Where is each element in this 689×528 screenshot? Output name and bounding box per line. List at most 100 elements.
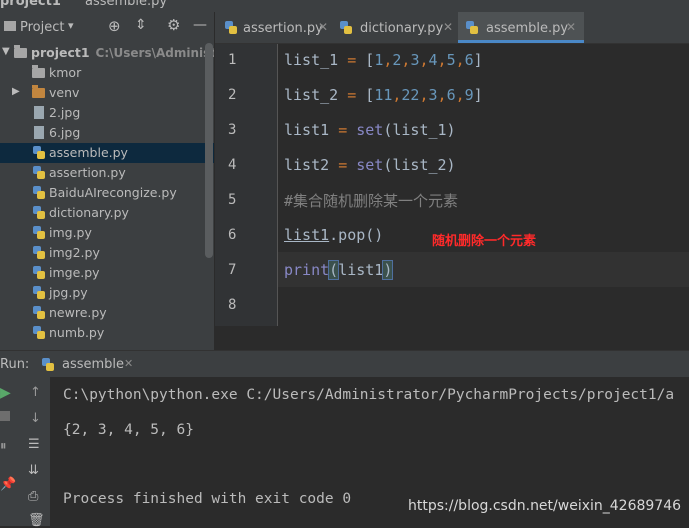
code-line-5: #集合随机删除某一个元素: [284, 190, 458, 211]
tree-item-path: C:\Users\Administrato: [95, 46, 214, 60]
code-op: =: [338, 156, 348, 174]
line-number: 8: [228, 297, 237, 313]
code-arg: (list_1): [383, 121, 456, 139]
tree-item-newre-py[interactable]: newre.py: [0, 303, 214, 323]
chevron-right-icon[interactable]: ▶: [12, 86, 20, 97]
tab-dictionary[interactable]: dictionary.py ✕: [332, 12, 456, 43]
wrap-icon[interactable]: ☰: [28, 437, 40, 452]
run-icon[interactable]: ▶: [0, 385, 11, 401]
line-number: 7: [228, 262, 237, 278]
tree-item-label: assertion.py: [49, 165, 126, 180]
python-file-icon: [225, 21, 237, 34]
tab-label: assertion.py: [243, 21, 323, 36]
tree-item-assertion-py[interactable]: assertion.py: [0, 163, 214, 183]
locate-icon[interactable]: ⊕: [108, 17, 121, 35]
gear-icon[interactable]: ⚙: [167, 16, 180, 34]
code-line-7: print(list1): [284, 260, 394, 280]
tree-item-jpg-py[interactable]: jpg.py: [0, 283, 214, 303]
tree-item-label: venv: [49, 85, 80, 100]
tree-item-label: img2.py: [49, 245, 100, 260]
code-builtin: set: [356, 156, 384, 174]
line-number: 5: [228, 192, 237, 208]
code-number: 3: [428, 86, 438, 104]
chevron-down-icon[interactable]: ▼: [2, 46, 10, 57]
tree-item-imge-py[interactable]: imge.py: [0, 263, 214, 283]
line-number: 6: [228, 227, 237, 243]
python-file-icon: [33, 166, 45, 179]
tree-item-assemble-py[interactable]: assemble.py: [0, 143, 214, 163]
tree-item-2-jpg[interactable]: 2.jpg: [0, 103, 214, 123]
python-file-icon: [33, 206, 45, 219]
tree-item-img-py[interactable]: img.py: [0, 223, 214, 243]
tree-item-label: newre.py: [49, 305, 107, 320]
watermark: https://blog.csdn.net/weixin_42689746: [408, 498, 682, 514]
code-bracket: ]: [473, 86, 483, 104]
pause-icon[interactable]: ⏸: [0, 439, 7, 454]
image-file-icon: [34, 126, 44, 139]
collapse-icon[interactable]: ⇕: [135, 17, 147, 33]
title-file: assemble.py: [85, 0, 168, 9]
tree-item-label: BaiduAIrecongize.py: [49, 185, 177, 200]
title-bar: project1 assemble.py: [0, 0, 689, 12]
project-panel-header: Project ▾ ⊕ ⇕ ⚙ —: [0, 12, 214, 44]
code-op: =: [347, 51, 357, 69]
tree-item-numb-py[interactable]: numb.py: [0, 323, 214, 343]
python-file-icon: [33, 246, 45, 259]
code-bracket: [: [365, 86, 375, 104]
close-icon[interactable]: ✕: [443, 20, 453, 34]
print-icon[interactable]: ⎙: [28, 489, 38, 504]
tree-item-label: project1: [31, 45, 90, 60]
code-number: 4: [428, 51, 438, 69]
tree-item-label: dictionary.py: [49, 205, 129, 220]
folder-icon: [14, 45, 27, 58]
python-file-icon: [33, 226, 45, 239]
code-number: 6: [446, 86, 456, 104]
tree-item-dictionary-py[interactable]: dictionary.py: [0, 203, 214, 223]
code-var: list_1: [284, 51, 339, 69]
tab-label: dictionary.py: [360, 21, 444, 36]
line-number: 2: [228, 87, 237, 103]
editor-tab-bar: assertion.py ✕ dictionary.py ✕ assemble.…: [215, 12, 689, 44]
close-icon[interactable]: ✕: [124, 357, 133, 370]
tree-item-baiduairecongize-py[interactable]: BaiduAIrecongize.py: [0, 183, 214, 203]
project-view-label[interactable]: Project: [20, 20, 64, 35]
code-var: list1: [284, 121, 330, 139]
code-number: 22: [401, 86, 420, 104]
tree-item-label: imge.py: [49, 265, 100, 280]
run-panel-header: Run: assemble ✕: [0, 350, 689, 378]
tree-scrollbar[interactable]: [205, 43, 213, 258]
code-var: list_2: [284, 86, 339, 104]
close-icon[interactable]: ✕: [566, 20, 576, 34]
python-file-icon: [33, 286, 45, 299]
console-line: C:\python\python.exe C:/Users/Administra…: [63, 387, 675, 403]
code-line-2: list_2 = [11,22,3,6,9]: [284, 86, 483, 104]
tree-item-img2-py[interactable]: img2.py: [0, 243, 214, 263]
code-bracket-highlight: (: [328, 260, 340, 280]
code-var: list2: [284, 156, 330, 174]
run-config-tab[interactable]: assemble: [62, 357, 124, 372]
close-icon[interactable]: ✕: [318, 20, 328, 34]
console-line: {2, 3, 4, 5, 6}: [63, 422, 194, 438]
tree-item-6-jpg[interactable]: 6.jpg: [0, 123, 214, 143]
stop-icon[interactable]: [0, 411, 10, 421]
pin-icon[interactable]: 📌: [0, 477, 16, 492]
python-file-icon: [33, 146, 45, 159]
code-call: .pop(): [329, 226, 384, 244]
chevron-down-icon[interactable]: ▾: [68, 19, 74, 32]
code-number: 1: [374, 51, 384, 69]
tree-item-label: kmor: [49, 65, 82, 80]
tab-assemble[interactable]: assemble.py ✕: [458, 12, 584, 43]
python-file-icon: [466, 21, 478, 34]
arrow-down-icon[interactable]: ↓: [30, 411, 41, 426]
tree-item-kmor[interactable]: kmor: [0, 63, 214, 83]
tab-assertion[interactable]: assertion.py ✕: [215, 12, 331, 43]
scroll-to-end-icon[interactable]: ⇊: [28, 463, 39, 478]
tree-item-venv[interactable]: ▶ venv: [0, 83, 214, 103]
line-number: 3: [228, 122, 237, 138]
hide-icon[interactable]: —: [193, 17, 207, 33]
arrow-up-icon[interactable]: ↑: [30, 385, 41, 400]
tree-item-label: jpg.py: [49, 285, 88, 300]
folder-icon: [32, 65, 45, 78]
tree-item-project1[interactable]: ▼ project1 C:\Users\Administrato: [0, 43, 214, 63]
code-op: =: [347, 86, 357, 104]
